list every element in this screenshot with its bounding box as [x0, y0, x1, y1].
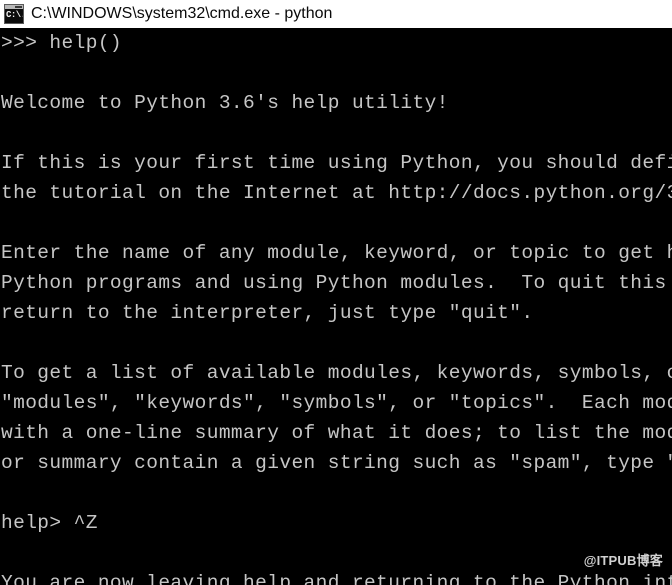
console-line: with a one-line summary of what it does;…	[1, 422, 672, 444]
cmd-console-window: C:\. C:\WINDOWS\system32\cmd.exe - pytho…	[0, 0, 672, 585]
console-line: Python programs and using Python modules…	[1, 272, 672, 294]
watermark-label: @ITPUB博客	[583, 553, 663, 568]
console-line: To get a list of available modules, keyw…	[1, 362, 672, 384]
console-output-area[interactable]: >>> help() Welcome to Python 3.6's help u…	[0, 28, 672, 585]
console-line: return to the interpreter, just type "qu…	[1, 302, 534, 324]
console-line: help> ^Z	[1, 512, 98, 534]
console-line: >>> help()	[1, 32, 123, 54]
console-line: Welcome to Python 3.6's help utility!	[1, 92, 449, 114]
window-title: C:\WINDOWS\system32\cmd.exe - python	[31, 5, 333, 22]
console-line: the tutorial on the Internet at http://d…	[1, 182, 672, 204]
console-line: or summary contain a given string such a…	[1, 452, 672, 474]
console-line: You are now leaving help and returning t…	[1, 572, 672, 585]
console-line: Enter the name of any module, keyword, o…	[1, 242, 672, 264]
console-line: "modules", "keywords", "symbols", or "to…	[1, 392, 672, 414]
cmd-exe-icon-glyph: C:\.	[6, 10, 24, 20]
window-titlebar[interactable]: C:\. C:\WINDOWS\system32\cmd.exe - pytho…	[0, 0, 672, 28]
cmd-exe-icon: C:\.	[4, 4, 24, 24]
console-line: If this is your first time using Python,…	[1, 152, 672, 174]
